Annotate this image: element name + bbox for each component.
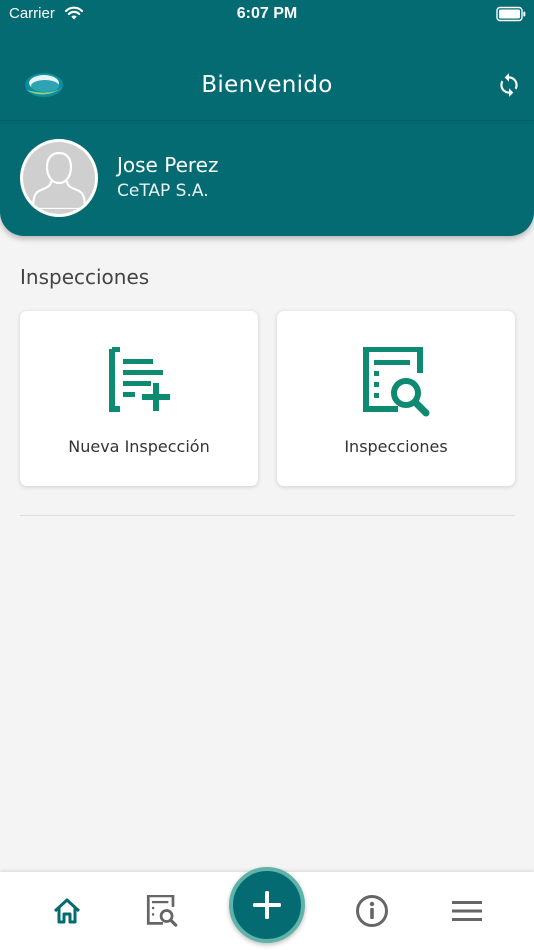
sync-icon[interactable] [496, 72, 522, 98]
new-inspection-card[interactable]: Nueva Inspección [20, 311, 258, 486]
user-placeholder-icon [31, 151, 87, 209]
inspections-card[interactable]: Inspecciones [277, 311, 515, 486]
battery-icon [496, 6, 526, 22]
tab-info[interactable] [349, 884, 395, 938]
tab-inspections[interactable] [139, 884, 185, 938]
avatar [20, 139, 98, 217]
info-icon [356, 895, 388, 927]
header-divider [0, 120, 534, 121]
section-title: Inspecciones [20, 265, 150, 289]
menu-icon [452, 901, 482, 921]
card-label: Inspecciones [344, 437, 448, 456]
user-company: CeTAP S.A. [117, 181, 209, 201]
home-icon [53, 898, 81, 924]
tab-home[interactable] [44, 884, 90, 938]
card-label: Nueva Inspección [68, 437, 210, 456]
tab-menu[interactable] [444, 884, 490, 938]
status-bar: Carrier 6:07 PM [0, 0, 534, 30]
section-divider [20, 515, 515, 516]
add-button[interactable] [229, 867, 305, 943]
search-inspections-icon [146, 895, 178, 927]
add-icon [253, 891, 281, 919]
clock: 6:07 PM [236, 5, 298, 22]
new-inspection-icon [109, 347, 170, 412]
header: Carrier 6:07 PM Bienvenido Jose Perez Ce… [0, 0, 534, 236]
search-inspections-icon [363, 347, 430, 417]
nav-bar: Bienvenido [0, 60, 534, 112]
page-title: Bienvenido [201, 72, 333, 98]
user-name: Jose Perez [117, 153, 219, 177]
